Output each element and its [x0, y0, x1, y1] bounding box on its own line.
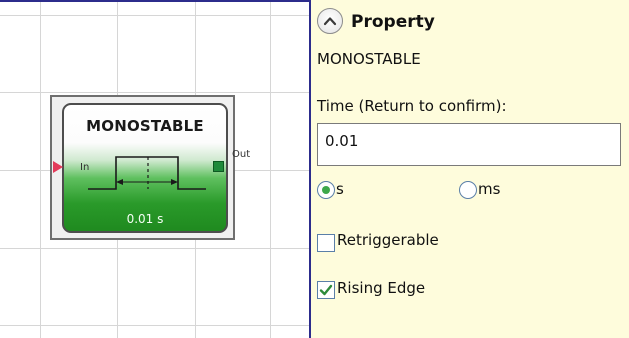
- unit-radio-ms-label[interactable]: ms: [478, 180, 500, 198]
- grid-line: [0, 248, 309, 249]
- time-field-label: Time (Return to confirm):: [317, 97, 507, 115]
- block-time-value: 0.01 s: [126, 212, 164, 226]
- unit-radio-s[interactable]: [317, 181, 335, 199]
- grid-line: [40, 0, 41, 338]
- input-port-label: In: [80, 162, 90, 173]
- unit-radio-s-label[interactable]: s: [336, 180, 344, 198]
- rising-edge-label[interactable]: Rising Edge: [337, 279, 425, 297]
- panel-title: Property: [351, 12, 435, 32]
- grid-line: [0, 92, 309, 93]
- checkmark-icon: [319, 284, 333, 296]
- output-port-icon[interactable]: [213, 161, 224, 172]
- retriggerable-checkbox[interactable]: [317, 234, 335, 252]
- radio-selected-dot: [322, 186, 330, 194]
- retriggerable-label[interactable]: Retriggerable: [337, 231, 439, 249]
- unit-radio-ms[interactable]: [459, 181, 477, 199]
- block-title: MONOSTABLE: [86, 117, 204, 135]
- diagram-canvas[interactable]: MONOSTABLE 0.01 s In Out: [0, 0, 309, 338]
- time-input[interactable]: [317, 123, 621, 166]
- canvas-border-top: [0, 0, 311, 2]
- chevron-up-icon: [323, 17, 337, 26]
- grid-line: [0, 325, 309, 326]
- collapse-button[interactable]: [317, 8, 343, 34]
- rising-edge-checkbox[interactable]: [317, 281, 335, 299]
- property-panel: Property MONOSTABLE Time (Return to conf…: [311, 0, 629, 338]
- grid-line: [270, 0, 271, 338]
- input-port-icon[interactable]: [53, 161, 63, 173]
- pulse-waveform-icon: [88, 156, 206, 190]
- block-type-name: MONOSTABLE: [317, 50, 421, 68]
- grid-line: [0, 15, 309, 16]
- output-port-label: Out: [232, 149, 251, 160]
